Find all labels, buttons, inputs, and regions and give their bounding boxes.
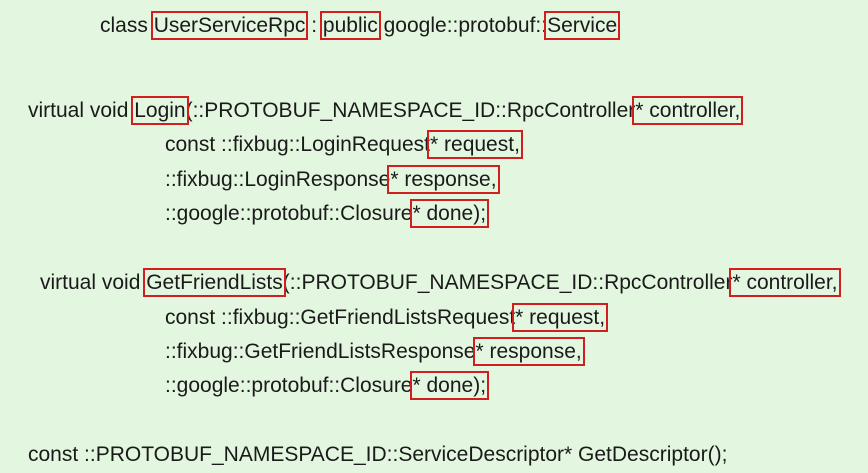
login-param4-var: * done);	[409, 199, 490, 228]
friends-param4-type: ::google::protobuf::Closure	[165, 374, 413, 397]
login-signature: virtual void Login(::PROTOBUF_NAMESPACE_…	[28, 96, 744, 125]
friends-signature: virtual void GetFriendLists(::PROTOBUF_N…	[40, 268, 841, 297]
friends-method-name: GetFriendLists	[143, 268, 286, 297]
friends-param1-var: * controller,	[729, 268, 841, 297]
friends-param2-type: const ::fixbug::GetFriendListsRequest	[165, 306, 516, 329]
descriptor-line: const ::PROTOBUF_NAMESPACE_ID::ServiceDe…	[28, 443, 728, 466]
login-param2-type: const ::fixbug::LoginRequest	[165, 133, 431, 156]
login-prefix: virtual void	[28, 99, 135, 122]
base-namespace: google::protobuf::	[377, 14, 548, 37]
login-param1-type: (::PROTOBUF_NAMESPACE_ID::RpcController	[185, 99, 636, 122]
friends-param3-var: * response,	[472, 337, 585, 366]
login-param1-var: * controller,	[632, 96, 744, 125]
login-param4-type: ::google::protobuf::Closure	[165, 202, 413, 225]
friends-param2-var: * request,	[512, 303, 609, 332]
login-param2: const ::fixbug::LoginRequest* request,	[165, 130, 523, 159]
class-separator: :	[305, 14, 323, 37]
login-param3-var: * response,	[387, 165, 500, 194]
login-param3-type: ::fixbug::LoginResponse	[165, 168, 391, 191]
friends-param3-type: ::fixbug::GetFriendListsResponse	[165, 340, 476, 363]
friends-param4-var: * done);	[409, 371, 490, 400]
login-method-name: Login	[131, 96, 189, 125]
class-declaration: class UserServiceRpc : public google::pr…	[100, 11, 621, 40]
access-specifier: public	[319, 11, 381, 40]
friends-param2: const ::fixbug::GetFriendListsRequest* r…	[165, 303, 609, 332]
slide: { "colors": { "background": "#e3f6df", "…	[0, 0, 868, 473]
login-param3: ::fixbug::LoginResponse* response,	[165, 165, 500, 194]
class-keyword: class	[100, 14, 154, 37]
friends-param1-type: (::PROTOBUF_NAMESPACE_ID::RpcController	[282, 271, 733, 294]
login-param4: ::google::protobuf::Closure* done);	[165, 199, 490, 228]
class-name: UserServiceRpc	[150, 11, 309, 40]
base-class: Service	[544, 11, 621, 40]
friends-prefix: virtual void	[40, 271, 147, 294]
friends-param3: ::fixbug::GetFriendListsResponse* respon…	[165, 337, 585, 366]
friends-param4: ::google::protobuf::Closure* done);	[165, 371, 490, 400]
login-param2-var: * request,	[427, 130, 523, 159]
